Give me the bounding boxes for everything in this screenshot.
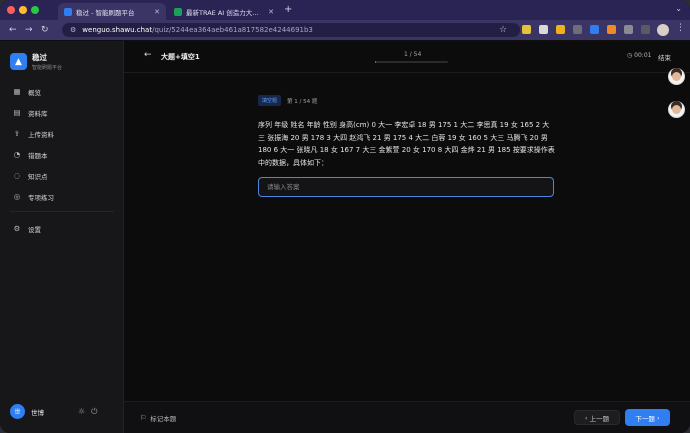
extension-icon[interactable]: [522, 25, 531, 34]
brand-name: 稳过: [32, 53, 47, 62]
reload-icon[interactable]: ↻: [41, 24, 49, 36]
main-content: ← 大题+填空1 1 / 54 ◷ 00:01 结束 填空题 第 1 / 54 …: [124, 41, 690, 433]
sidebar-item-label: 设置: [28, 225, 41, 234]
quiz-footer: ⚐ 标记本题 ‹ 上一题 下一题 ›: [124, 401, 690, 433]
sidebar-item-mistakes[interactable]: ◔ 错题本: [0, 144, 124, 165]
flag-icon: ⚐: [140, 414, 147, 422]
extension-icon[interactable]: [556, 25, 565, 34]
quiz-title: 大题+填空1: [161, 53, 200, 61]
sidebar-item-label: 专项练习: [28, 193, 54, 202]
sidebar: ▲ 稳过 智能刷题平台 ▦ 概览 ▤ 资料库 ⇪ 上传资料 ◔ 错题本 ◌ 知识…: [0, 41, 124, 433]
site-info-icon[interactable]: ⚙: [70, 26, 76, 34]
prev-question-button[interactable]: ‹ 上一题: [574, 410, 620, 425]
tab-title: 稳过 - 智能刷题平台: [76, 8, 135, 17]
question-type-badge: 填空题: [258, 95, 282, 106]
book-icon: ▤: [13, 108, 21, 117]
browser-window: 稳过 - 智能刷题平台 ✕ 最新TRAE AI 创造力大赛/【大… ✕ + ⌄ …: [0, 0, 690, 433]
progress-bar: [375, 61, 448, 63]
timer: ◷ 00:01: [627, 52, 651, 59]
extension-icon[interactable]: [573, 25, 582, 34]
sidebar-item-label: 资料库: [28, 109, 48, 118]
back-button[interactable]: ←: [144, 50, 152, 60]
user-actions: ☼⏻: [78, 407, 104, 417]
prev-label: 上一题: [589, 414, 610, 423]
url-host: wenguo.shawu.chat: [82, 26, 153, 34]
url-path: /quiz/5244ea364aeb461a817582e4244691b3: [152, 26, 313, 34]
new-tab-button[interactable]: +: [284, 4, 292, 15]
shield-icon: [64, 7, 72, 16]
forward-icon[interactable]: →: [25, 24, 33, 36]
sidebar-item-label: 概览: [28, 88, 41, 97]
floating-avatar[interactable]: [668, 68, 685, 85]
flag-label: 标记本题: [150, 415, 177, 423]
browser-menu-icon[interactable]: ⋮: [676, 23, 685, 33]
bookmark-star-icon[interactable]: ☆: [499, 24, 507, 36]
sidebar-item-overview[interactable]: ▦ 概览: [0, 81, 124, 102]
tab-strip: 稳过 - 智能刷题平台 ✕ 最新TRAE AI 创造力大赛/【大… ✕ + ⌄: [0, 0, 690, 20]
timer-value: 00:01: [634, 52, 652, 59]
trae-icon: [174, 7, 182, 16]
alert-icon: ◔: [13, 150, 21, 159]
next-label: 下一题: [635, 414, 655, 423]
close-tab-icon[interactable]: ✕: [268, 8, 274, 16]
logo-icon: ▲: [10, 53, 27, 70]
extension-icon[interactable]: [590, 25, 599, 34]
next-question-button[interactable]: 下一题 ›: [625, 409, 670, 426]
progress-text: 1 / 54: [404, 51, 422, 58]
sidebar-item-knowledge[interactable]: ◌ 知识点: [0, 165, 124, 186]
puzzle-icon[interactable]: [624, 25, 633, 34]
question-index: 第 1 / 54 题: [287, 98, 318, 105]
sidebar-menu: ▦ 概览 ▤ 资料库 ⇪ 上传资料 ◔ 错题本 ◌ 知识点 ◎ 专项练习 ⚙ 设…: [0, 81, 124, 239]
grid-icon: ▦: [13, 87, 21, 96]
minimize-window-button[interactable]: [19, 6, 27, 14]
sidebar-item-label: 错题本: [28, 151, 48, 160]
upload-icon: ⇪: [13, 129, 21, 138]
sidebar-item-label: 上传资料: [28, 130, 54, 139]
profile-avatar[interactable]: [657, 24, 669, 36]
brand[interactable]: ▲ 稳过 智能刷题平台: [10, 52, 62, 71]
tab-title: 最新TRAE AI 创造力大赛/【大…: [186, 8, 264, 17]
bulb-icon: ◌: [13, 171, 21, 180]
sidepanel-icon[interactable]: [641, 25, 650, 34]
floating-avatar[interactable]: [668, 101, 685, 118]
extension-icon[interactable]: [539, 25, 548, 34]
quiz-header: ← 大题+填空1 1 / 54 ◷ 00:01 结束: [124, 41, 690, 73]
flag-question-button[interactable]: ⚐ 标记本题: [140, 413, 176, 423]
sidebar-item-settings[interactable]: ⚙ 设置: [0, 218, 124, 239]
brand-subtitle: 智能刷题平台: [32, 65, 63, 71]
back-icon[interactable]: ←: [9, 24, 17, 36]
browser-tab-inactive[interactable]: 最新TRAE AI 创造力大赛/【大… ✕: [168, 3, 280, 20]
sidebar-item-upload[interactable]: ⇪ 上传资料: [0, 123, 124, 144]
sidebar-item-practice[interactable]: ◎ 专项练习: [0, 186, 124, 207]
question-card: 填空题 第 1 / 54 题 序列 年级 姓名 年龄 性别 身高(cm) 0 大…: [258, 95, 558, 197]
close-tab-icon[interactable]: ✕: [154, 8, 160, 16]
logout-icon[interactable]: ⏻: [91, 407, 103, 416]
progress-fill: [375, 61, 377, 63]
close-window-button[interactable]: [7, 6, 15, 14]
theme-toggle-icon[interactable]: ☼: [78, 407, 91, 416]
browser-toolbar: ← → ↻ ⚙ wenguo.shawu.chat /quiz/5244ea36…: [0, 20, 690, 40]
user-name: 世博: [31, 408, 44, 417]
user-profile[interactable]: 世 世博: [10, 404, 44, 419]
question-text: 序列 年级 姓名 年龄 性别 身高(cm) 0 大一 李宏卓 18 男 175 …: [258, 121, 555, 167]
tab-search-icon[interactable]: ⌄: [675, 4, 682, 13]
sidebar-item-library[interactable]: ▤ 资料库: [0, 102, 124, 123]
sidebar-item-label: 知识点: [28, 172, 48, 181]
target-icon: ◎: [13, 192, 21, 201]
extension-icon[interactable]: [607, 25, 616, 34]
end-button[interactable]: 结束: [658, 52, 671, 62]
browser-tab-active[interactable]: 稳过 - 智能刷题平台 ✕: [58, 3, 166, 20]
person-icon: [672, 105, 681, 114]
chevron-right-icon: ›: [654, 413, 660, 422]
answer-input[interactable]: [258, 177, 554, 197]
divider: [10, 211, 114, 212]
gear-icon: ⚙: [13, 224, 21, 233]
person-icon: [672, 72, 681, 81]
address-bar[interactable]: ⚙ wenguo.shawu.chat /quiz/5244ea364aeb46…: [62, 23, 520, 37]
maximize-window-button[interactable]: [31, 6, 39, 14]
avatar: 世: [10, 404, 25, 419]
